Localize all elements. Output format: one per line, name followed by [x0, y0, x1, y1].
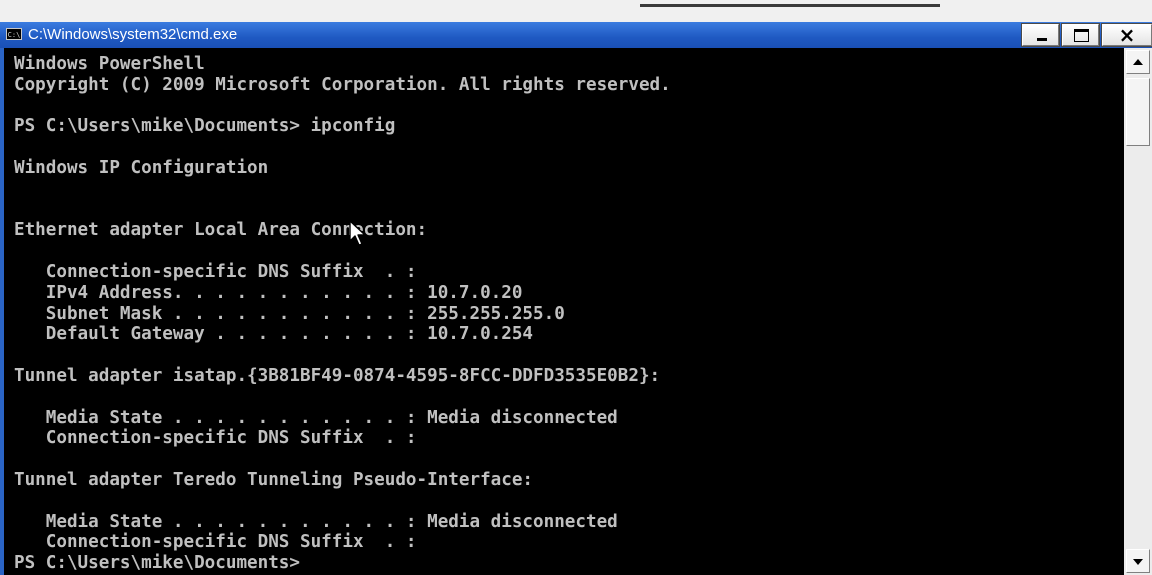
minimize-icon [1037, 38, 1047, 41]
maximize-icon [1074, 29, 1089, 42]
console-line: Connection-specific DNS Suffix . : [14, 532, 417, 553]
console-line: Tunnel adapter isatap.{3B81BF49-0874-459… [14, 365, 661, 386]
console-line: Windows IP Configuration [14, 157, 269, 178]
scrollbar-thumb[interactable] [1126, 78, 1150, 146]
console-line: Tunnel adapter Teredo Tunneling Pseudo-I… [14, 469, 534, 490]
minimize-button[interactable] [1021, 23, 1060, 47]
window-title: C:\Windows\system32\cmd.exe [28, 26, 238, 43]
scroll-up-button[interactable] [1126, 50, 1150, 74]
console-line: Copyright (C) 2009 Microsoft Corporation… [14, 74, 671, 95]
console-line: Connection-specific DNS Suffix . : [14, 261, 417, 282]
background-window-edge [640, 4, 940, 7]
vertical-scrollbar[interactable] [1124, 48, 1152, 575]
console-line: IPv4 Address. . . . . . . . . . . : 10.7… [14, 282, 523, 303]
console-line: Default Gateway . . . . . . . . . : 10.7… [14, 324, 534, 345]
maximize-button[interactable] [1061, 23, 1100, 47]
console-line: PS C:\Users\mike\Documents> [14, 553, 300, 574]
background-strip [0, 0, 1152, 22]
scroll-down-button[interactable] [1126, 549, 1150, 573]
console-line: Windows PowerShell [14, 54, 205, 74]
title-bar[interactable]: C:\ C:\Windows\system32\cmd.exe × [0, 22, 1152, 48]
arrow-down-icon [1133, 559, 1143, 565]
console-line: Media State . . . . . . . . . . . : Medi… [14, 407, 618, 428]
mouse-pointer-icon [349, 220, 366, 246]
console-icon[interactable]: C:\ [6, 28, 22, 40]
arrow-up-icon [1133, 59, 1143, 65]
close-button[interactable]: × [1101, 23, 1152, 47]
console-text: Windows PowerShell Copyright (C) 2009 Mi… [4, 48, 1124, 574]
console-line: Subnet Mask . . . . . . . . . . . : 255.… [14, 303, 565, 324]
console-line: PS C:\Users\mike\Documents> ipconfig [14, 116, 396, 137]
console-output[interactable]: Windows PowerShell Copyright (C) 2009 Mi… [4, 48, 1124, 575]
console-line: Media State . . . . . . . . . . . : Medi… [14, 511, 618, 532]
cmd-window[interactable]: C:\ C:\Windows\system32\cmd.exe × Window… [0, 22, 1152, 575]
close-icon: × [1118, 23, 1136, 47]
console-line: Connection-specific DNS Suffix . : [14, 428, 417, 449]
